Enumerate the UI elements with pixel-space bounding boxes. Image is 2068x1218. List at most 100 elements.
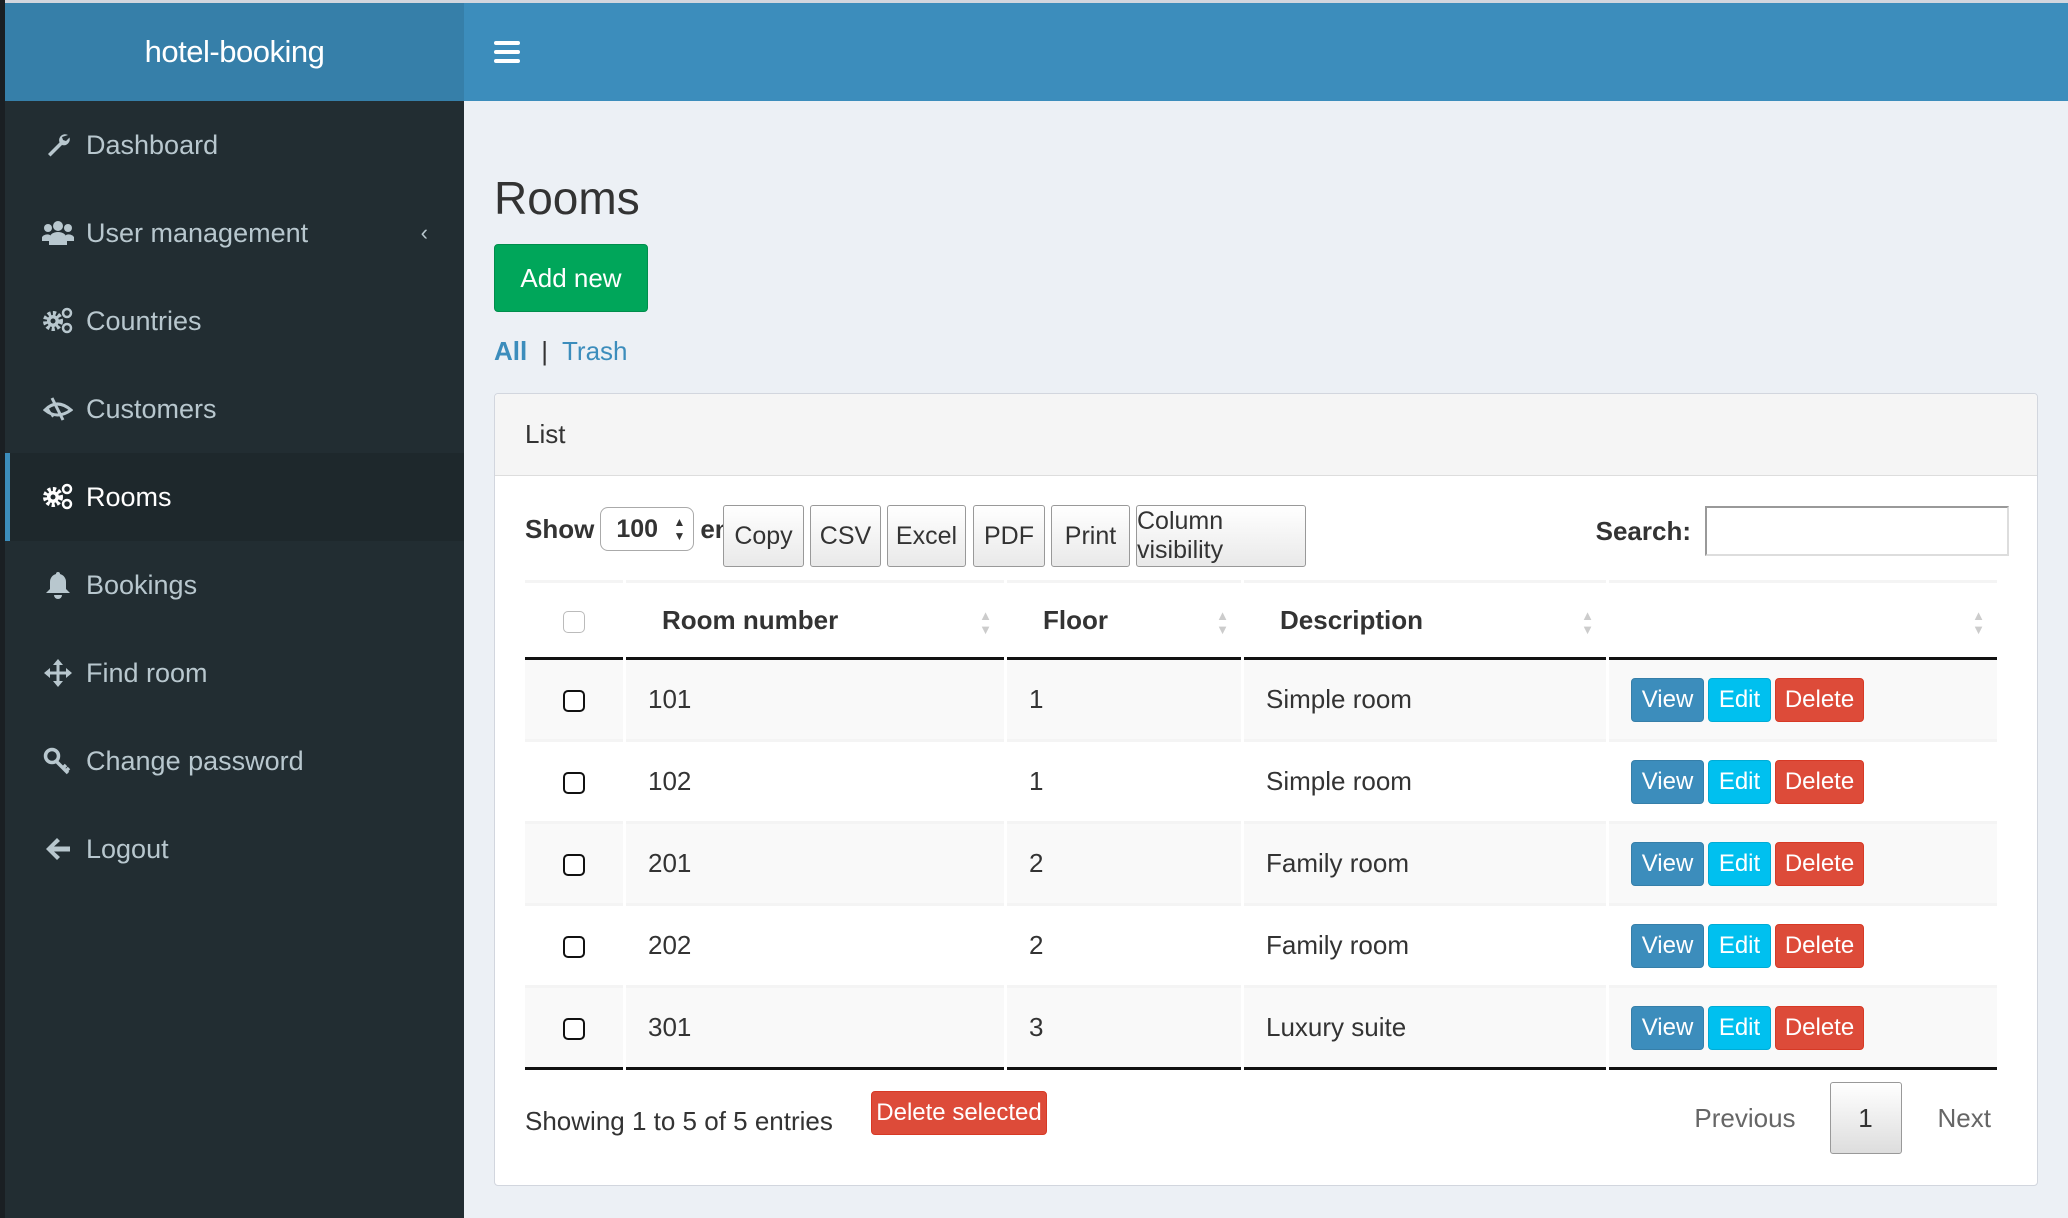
edit-button[interactable]: Edit [1708,923,1771,968]
sidebar-item-label: Logout [86,833,169,864]
delete-button[interactable]: Delete [1775,841,1864,886]
table-body: 101 1 Simple room View Edit Delete 102 1 Simple … [525,660,1997,1070]
delete-button[interactable]: Delete [1775,923,1864,968]
select-all-checkbox[interactable] [563,610,585,633]
cogs-icon [41,304,75,338]
print-button[interactable]: Print [1051,505,1130,567]
sidebar-item-label: Customers [86,393,217,424]
app-logo[interactable]: hotel-booking [5,3,464,101]
filter-separator: | [541,336,548,366]
cogs-icon [41,480,75,514]
page-length-select[interactable]: 100 ▲ ▼ [600,507,695,551]
page-1-button[interactable]: 1 [1829,1082,1902,1154]
sort-icon: ▲ ▼ [1216,608,1229,637]
low-vision-icon [41,392,75,426]
view-button[interactable]: View [1631,841,1704,886]
column-header-floor[interactable]: Floor ▲ ▼ [1007,580,1241,660]
table-toolbar: Show 100 ▲▼ entries Copy CSV Excel PDF P… [525,505,2009,568]
floor-cell: 2 [1007,824,1241,906]
pdf-button[interactable]: PDF [973,505,1045,567]
row-checkbox[interactable] [563,772,585,795]
sort-icon: ▲ ▼ [979,608,992,637]
description-cell: Family room [1244,906,1606,988]
floor-cell: 1 [1007,660,1241,742]
sidebar-item-logout[interactable]: Logout [5,805,464,893]
rooms-table: Room number ▲ ▼ Floor ▲ ▼ Description ▲ ▼ ▲ ▼ 1… [522,580,2000,1070]
excel-button[interactable]: Excel [887,505,966,567]
room-number-cell: 101 [626,660,1004,742]
delete-selected-button[interactable]: Delete selected [871,1091,1047,1135]
filter-links: All | Trash [494,336,628,367]
column-header-actions[interactable]: ▲ ▼ [1609,580,1997,660]
panel-title: List [495,394,2037,476]
row-checkbox[interactable] [563,1018,585,1041]
edit-button[interactable]: Edit [1708,1005,1771,1050]
actions-cell: View Edit Delete [1609,988,1997,1070]
view-button[interactable]: View [1631,1005,1704,1050]
next-page-button[interactable]: Next [1938,1103,1991,1134]
sidebar-item-label: Find room [86,657,208,688]
delete-button[interactable]: Delete [1775,677,1864,722]
row-checkbox[interactable] [563,690,585,713]
column-header-room-number[interactable]: Room number ▲ ▼ [626,580,1004,660]
sidebar-item-dashboard[interactable]: Dashboard [5,101,464,189]
actions-cell: View Edit Delete [1609,660,1997,742]
view-button[interactable]: View [1631,923,1704,968]
sidebar-item-label: Rooms [86,481,172,512]
sidebar-toggle-icon[interactable] [494,41,520,63]
sidebar-item-label: Dashboard [86,129,219,160]
sidebar-item-label: Countries [86,305,202,336]
search-label: Search: [1595,515,1691,546]
arrows-icon [41,656,75,690]
pagination: Previous 1 Next [1694,1082,1991,1154]
copy-button[interactable]: Copy [723,505,804,567]
sidebar-item-rooms[interactable]: Rooms [5,453,464,541]
sidebar-item-change-password[interactable]: Change password [5,717,464,805]
add-new-button[interactable]: Add new [494,244,648,312]
search-input[interactable] [1705,506,2009,556]
view-button[interactable]: View [1631,759,1704,804]
edit-button[interactable]: Edit [1708,759,1771,804]
sidebar-item-find-room[interactable]: Find room [5,629,464,717]
sidebar-item-customers[interactable]: Customers [5,365,464,453]
sort-icon: ▲ ▼ [1581,608,1594,637]
description-cell: Family room [1244,824,1606,906]
actions-cell: View Edit Delete [1609,906,1997,988]
bell-icon [41,568,75,602]
floor-cell: 2 [1007,906,1241,988]
column-header-description[interactable]: Description ▲ ▼ [1244,580,1606,660]
column-visibility-button[interactable]: Column visibility [1136,505,1306,567]
row-checkbox[interactable] [563,854,585,877]
actions-cell: View Edit Delete [1609,824,1997,906]
wrench-icon [41,128,75,162]
key-icon [41,744,75,778]
edit-button[interactable]: Edit [1708,841,1771,886]
column-header-label: Room number [662,604,839,635]
sidebar-item-label: Change password [86,745,304,776]
sidebar-item-label: User management [86,217,309,248]
sidebar-item-bookings[interactable]: Bookings [5,541,464,629]
view-button[interactable]: View [1631,677,1704,722]
filter-trash-link[interactable]: Trash [562,336,628,367]
previous-page-button[interactable]: Previous [1694,1103,1795,1134]
delete-button[interactable]: Delete [1775,759,1864,804]
arrow-left-icon [41,832,75,866]
sidebar-item-user-management[interactable]: User management ‹ [5,189,464,277]
csv-button[interactable]: CSV [810,505,881,567]
row-checkbox[interactable] [563,936,585,959]
delete-button[interactable]: Delete [1775,1005,1864,1050]
sort-icon: ▲ ▼ [1972,608,1985,637]
sidebar-item-countries[interactable]: Countries [5,277,464,365]
page-title: Rooms [494,172,640,224]
actions-cell: View Edit Delete [1609,742,1997,824]
row-select-cell [525,742,623,824]
search-control: Search: [1596,506,2009,556]
row-select-cell [525,988,623,1070]
users-icon [41,216,75,250]
table-row: 102 1 Simple room View Edit Delete [525,742,1997,824]
edit-button[interactable]: Edit [1708,677,1771,722]
sidebar: Dashboard User management ‹ Countries Cu… [5,101,464,1218]
filter-all-link[interactable]: All [494,336,527,367]
chevron-left-icon: ‹ [420,220,428,245]
room-number-cell: 102 [626,742,1004,824]
